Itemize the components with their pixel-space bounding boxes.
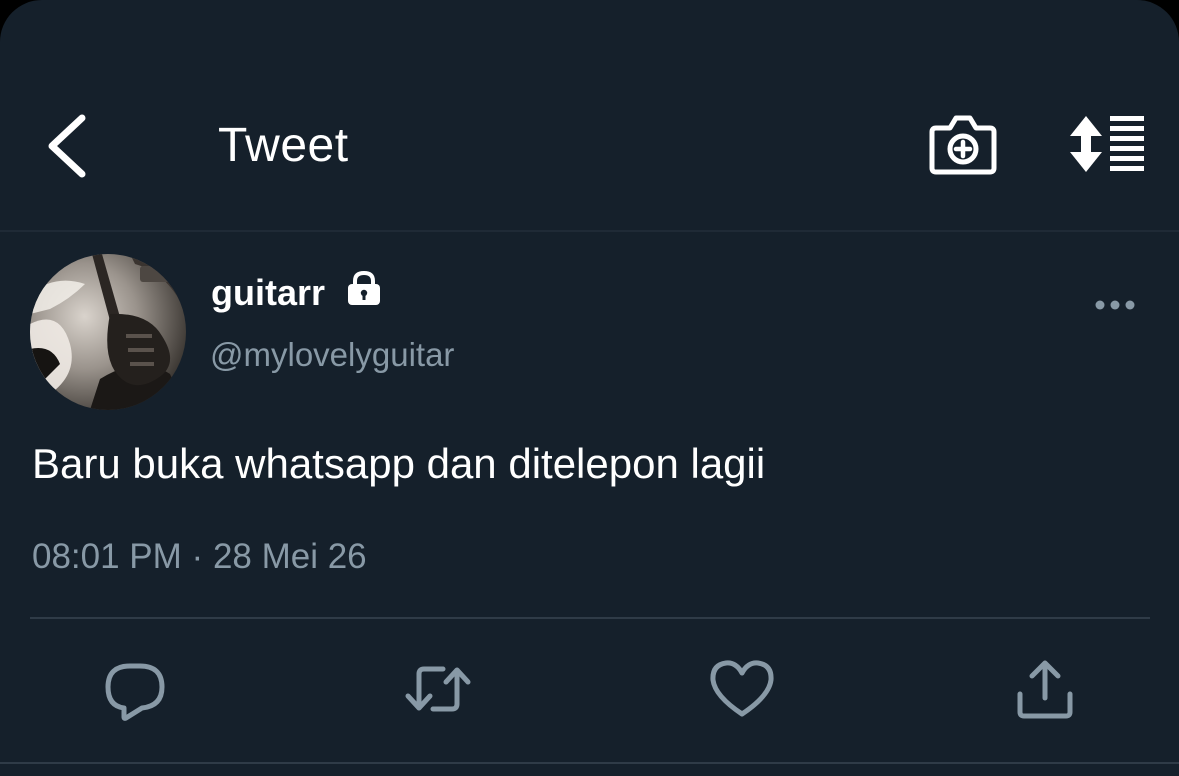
meta-separator: · [191, 537, 204, 576]
tweet-timestamp: 08:01 PM · 28 Mei 26 [32, 537, 367, 577]
reply-icon [105, 663, 165, 721]
camera-plus-icon [929, 115, 997, 175]
sort-list-icon [1070, 116, 1144, 172]
chevron-left-icon [48, 114, 86, 178]
page-title: Tweet [218, 119, 349, 172]
more-options-button[interactable] [1092, 292, 1138, 318]
share-button[interactable] [1010, 656, 1080, 722]
like-icon [710, 660, 774, 717]
like-button[interactable] [707, 656, 777, 722]
divider [30, 617, 1150, 619]
reply-button[interactable] [100, 656, 170, 722]
lock-icon [344, 270, 384, 306]
retweet-icon [405, 666, 471, 712]
tweet-detail-screen: Tweet guitarr @mylovelyguitar Baru buka … [0, 0, 1179, 776]
tweet-text: Baru buka whatsapp dan ditelepon lagii [32, 440, 766, 487]
top-nav-bar: Tweet [0, 0, 1179, 232]
guitar-avatar-image [30, 254, 186, 410]
more-horizontal-icon [1095, 300, 1135, 310]
user-handle[interactable]: @mylovelyguitar [210, 336, 454, 374]
divider [0, 762, 1179, 764]
avatar[interactable] [30, 254, 186, 410]
retweet-button[interactable] [403, 656, 473, 722]
back-button[interactable] [38, 110, 98, 182]
tweet-time: 08:01 PM [32, 537, 182, 576]
timeline-sort-button[interactable] [1066, 114, 1148, 174]
display-name[interactable]: guitarr [211, 272, 325, 314]
camera-button[interactable] [928, 112, 998, 178]
tweet-date: 28 Mei 26 [212, 537, 367, 576]
share-icon [1017, 660, 1073, 719]
